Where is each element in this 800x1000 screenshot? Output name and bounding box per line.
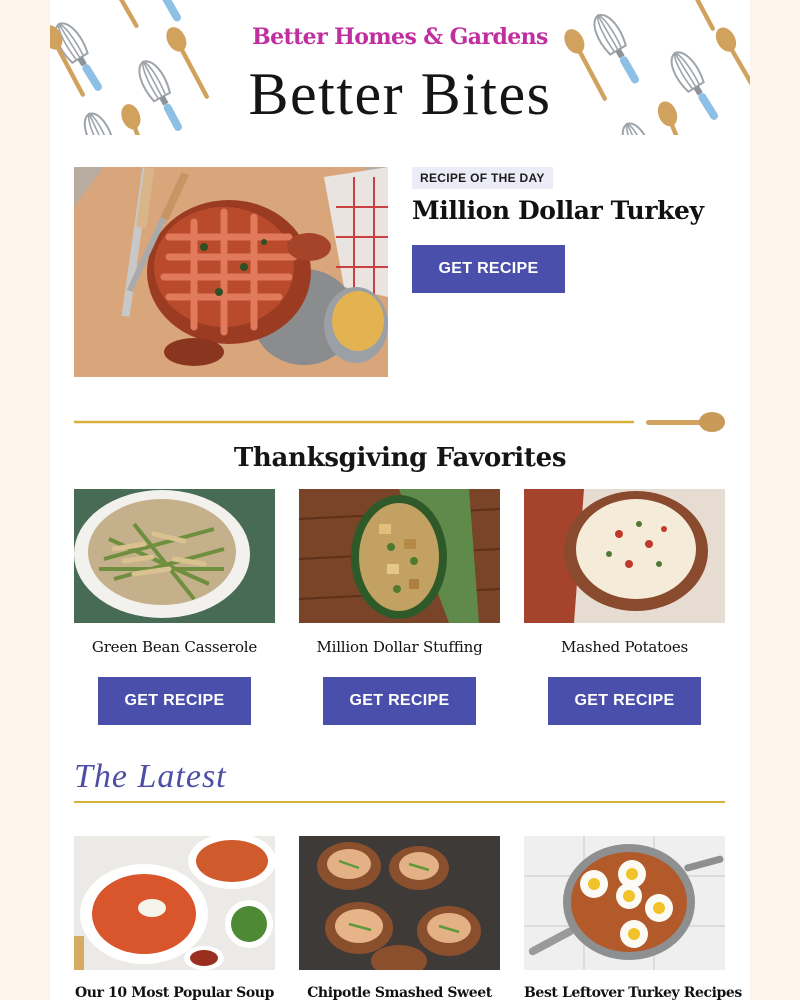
brand-logo[interactable]: Better Homes & Gardens [50, 24, 750, 50]
get-recipe-button-green-bean[interactable]: GET RECIPE [98, 677, 251, 725]
soup-bowls-photo[interactable] [74, 836, 275, 970]
roast-turkey-photo[interactable] [74, 167, 388, 377]
spoon-divider [74, 412, 725, 432]
section-title-favorites: Thanksgiving Favorites [233, 443, 567, 473]
section-title-latest: The Latest [74, 758, 227, 795]
green-bean-casserole-photo[interactable] [74, 489, 275, 623]
stuffing-photo[interactable] [299, 489, 500, 623]
wooden-spoon-icon [646, 412, 725, 432]
hero-get-recipe-button[interactable]: GET RECIPE [412, 245, 565, 293]
get-recipe-button-stuffing[interactable]: GET RECIPE [323, 677, 476, 725]
hero-recipe-title[interactable]: Million Dollar Turkey [412, 196, 704, 225]
whisk-icon [129, 0, 190, 28]
latest-title-leftover-turkey[interactable]: Best Leftover Turkey Recipes [524, 985, 742, 1000]
newsletter-title: Better Bites [248, 61, 552, 127]
mashed-potatoes-photo[interactable] [524, 489, 725, 623]
newsletter-page: Better Homes & Gardens Better Bites RECI… [50, 0, 750, 1000]
card-title-green-bean[interactable]: Green Bean Casserole [74, 638, 275, 656]
latest-divider [74, 801, 725, 803]
latest-title-soup[interactable]: Our 10 Most Popular Soup [74, 985, 275, 1000]
card-title-mashed-potatoes[interactable]: Mashed Potatoes [524, 638, 725, 656]
latest-title-sweet-potatoes[interactable]: Chipotle Smashed Sweet [299, 985, 500, 1000]
card-title-stuffing[interactable]: Million Dollar Stuffing [299, 638, 500, 656]
header: Better Homes & Gardens Better Bites [50, 0, 750, 135]
turkey-hash-skillet-photo[interactable] [524, 836, 725, 970]
recipe-of-the-day-tag: RECIPE OF THE DAY [412, 167, 553, 189]
get-recipe-button-mashed-potatoes[interactable]: GET RECIPE [548, 677, 701, 725]
smashed-sweet-potatoes-photo[interactable] [299, 836, 500, 970]
